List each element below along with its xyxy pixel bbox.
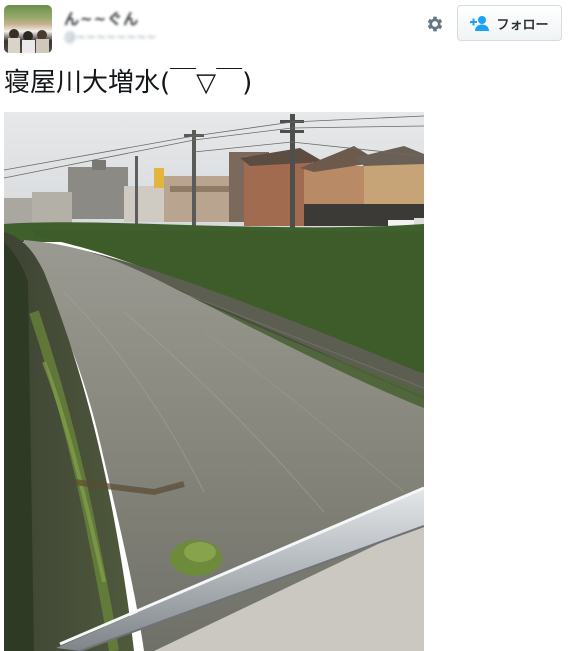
river-photo [4, 112, 424, 651]
settings-button[interactable] [423, 12, 447, 36]
author-name[interactable]: ん~~ぐん [64, 8, 164, 28]
person-add-icon [470, 16, 490, 31]
tweet-text: 寝屋川大増水(￣▽￣) [4, 68, 253, 98]
author-handle[interactable]: @~~~~~~~~ [64, 30, 164, 46]
tweet-header: ん~~ぐん @~~~~~~~~ フォロー [0, 0, 571, 60]
avatar-photo-icon [8, 29, 49, 53]
avatar[interactable] [4, 5, 52, 53]
follow-label: フォロー [496, 17, 549, 33]
gear-icon [427, 16, 443, 32]
tweet-photo[interactable] [4, 112, 424, 651]
follow-button[interactable]: フォロー [457, 5, 562, 41]
